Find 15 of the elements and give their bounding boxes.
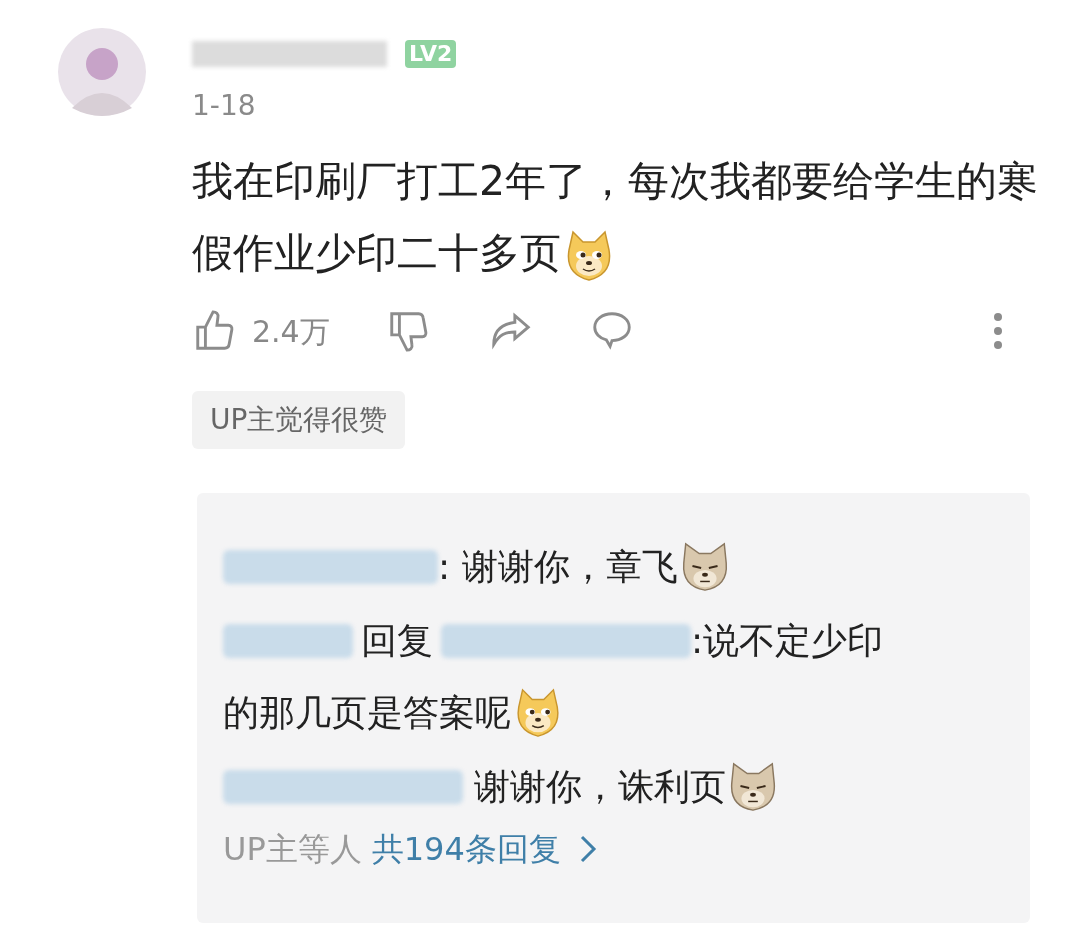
reply-text: 谢谢你，诛利页: [473, 766, 727, 807]
reply-text: : 谢谢你，章飞: [438, 546, 678, 587]
reply-text: 的那几页是答案呢: [223, 691, 511, 735]
more-icon[interactable]: [992, 311, 1004, 351]
avatar[interactable]: [58, 28, 146, 116]
reply-word: 回复: [361, 620, 433, 661]
comment-date: 1-18: [192, 88, 257, 123]
chevron-right-icon: [578, 834, 597, 864]
like-button[interactable]: 2.4万: [192, 308, 330, 354]
replies-footer-prefix: UP主等人: [223, 829, 362, 870]
view-replies-link[interactable]: 共194条回复: [371, 825, 597, 873]
comment-text: 我在印刷厂打工2年了，每次我都要给学生的寒假作业少印二十多页: [192, 145, 1042, 289]
reply-text: :说不定少印: [691, 620, 884, 661]
level-badge: LV2: [405, 40, 457, 68]
up-liked-tag: UP主觉得很赞: [192, 391, 406, 449]
